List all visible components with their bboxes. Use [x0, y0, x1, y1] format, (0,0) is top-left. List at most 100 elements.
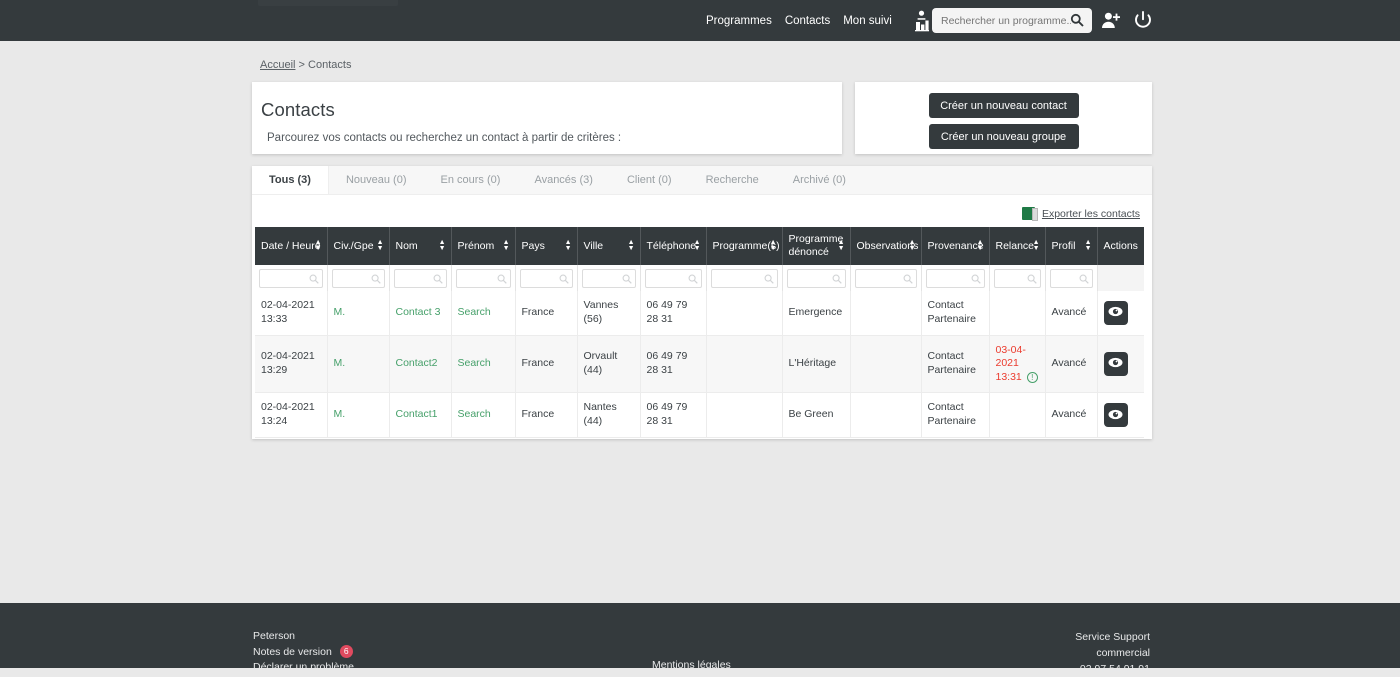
filter-cell-6[interactable]: [640, 265, 707, 292]
cell-link-civ[interactable]: M.: [334, 306, 346, 318]
cell-prenom[interactable]: Search: [451, 392, 516, 438]
tab-4[interactable]: Client (0): [610, 166, 689, 194]
sort-arrows-icon[interactable]: ▲ ▼: [377, 239, 384, 252]
cell-link-nom[interactable]: Contact1: [396, 408, 438, 420]
cell-link-prenom[interactable]: Search: [458, 306, 491, 318]
filter-box-3[interactable]: [455, 268, 511, 288]
column-header-6[interactable]: Téléphone ▲ ▼: [640, 227, 707, 266]
filter-box-0[interactable]: [259, 268, 323, 288]
brand-logo[interactable]: [258, 0, 398, 6]
cell-civ[interactable]: M.: [327, 335, 390, 394]
sort-arrows-icon[interactable]: ▲ ▼: [439, 239, 446, 252]
cell-nom[interactable]: Contact 3: [389, 291, 452, 336]
search-icon[interactable]: [832, 274, 842, 287]
power-icon[interactable]: [1134, 11, 1152, 34]
program-search-box[interactable]: [932, 8, 1092, 33]
footer-legal-link[interactable]: Mentions légales: [652, 659, 731, 671]
filter-cell-9[interactable]: [850, 265, 922, 292]
view-contact-button[interactable]: [1103, 351, 1128, 376]
breadcrumb-home[interactable]: Accueil: [260, 59, 295, 71]
sort-arrows-icon[interactable]: ▲ ▼: [909, 239, 916, 252]
cell-link-prenom[interactable]: Search: [458, 357, 491, 369]
search-icon[interactable]: [971, 274, 981, 287]
search-icon[interactable]: [497, 274, 507, 287]
sort-arrows-icon[interactable]: ▲ ▼: [977, 239, 984, 252]
filter-box-7[interactable]: [710, 268, 778, 288]
filter-box-5[interactable]: [581, 268, 636, 288]
filter-cell-12[interactable]: [1045, 265, 1098, 292]
cell-link-civ[interactable]: M.: [334, 357, 346, 369]
filter-box-8[interactable]: [786, 268, 846, 288]
sort-arrows-icon[interactable]: ▲ ▼: [694, 239, 701, 252]
filter-box-11[interactable]: [993, 268, 1041, 288]
search-icon[interactable]: [433, 274, 443, 287]
column-header-2[interactable]: Nom ▲ ▼: [389, 227, 452, 266]
search-icon[interactable]: [622, 274, 632, 287]
footer-release-notes[interactable]: Notes de version 6: [253, 645, 354, 661]
column-header-11[interactable]: Relance ▲ ▼: [989, 227, 1046, 266]
search-input[interactable]: [941, 14, 1071, 27]
view-contact-button[interactable]: [1103, 403, 1128, 428]
tab-3[interactable]: Avancés (3): [517, 166, 610, 194]
cell-civ[interactable]: M.: [327, 291, 390, 336]
column-header-4[interactable]: Pays ▲ ▼: [515, 227, 578, 266]
filter-cell-8[interactable]: [782, 265, 851, 292]
filter-cell-4[interactable]: [515, 265, 578, 292]
info-circle-icon[interactable]: !: [1026, 371, 1038, 383]
cell-link-nom[interactable]: Contact 3: [396, 306, 441, 318]
filter-box-6[interactable]: [644, 268, 702, 288]
sort-arrows-icon[interactable]: ▲ ▼: [503, 239, 510, 252]
sort-arrows-icon[interactable]: ▲ ▼: [565, 239, 572, 252]
sort-arrows-icon[interactable]: ▲ ▼: [628, 239, 635, 252]
filter-box-9[interactable]: [854, 268, 917, 288]
filter-cell-1[interactable]: [327, 265, 390, 292]
column-header-9[interactable]: Observations ▲ ▼: [850, 227, 922, 266]
cell-nom[interactable]: Contact2: [389, 335, 452, 394]
add-user-icon[interactable]: [1101, 11, 1121, 34]
filter-box-4[interactable]: [519, 268, 573, 288]
filter-box-2[interactable]: [393, 268, 447, 288]
sort-arrows-icon[interactable]: ▲ ▼: [1033, 239, 1040, 252]
filter-cell-5[interactable]: [577, 265, 641, 292]
search-icon[interactable]: [903, 274, 913, 287]
sort-arrows-icon[interactable]: ▲ ▼: [838, 239, 845, 252]
filter-box-1[interactable]: [331, 268, 385, 288]
column-header-0[interactable]: Date / Heure ▲ ▼: [255, 227, 328, 266]
filter-box-12[interactable]: [1049, 268, 1093, 288]
tab-1[interactable]: Nouveau (0): [329, 166, 424, 194]
search-icon[interactable]: [688, 274, 698, 287]
column-header-8[interactable]: Programme dénoncé ▲ ▼: [782, 227, 851, 266]
filter-box-10[interactable]: [925, 268, 985, 288]
export-contacts-link[interactable]: Exporter les contacts: [1021, 207, 1140, 221]
tab-5[interactable]: Recherche: [689, 166, 776, 194]
filter-cell-3[interactable]: [451, 265, 516, 292]
cell-prenom[interactable]: Search: [451, 335, 516, 394]
column-header-3[interactable]: Prénom ▲ ▼: [451, 227, 516, 266]
column-header-1[interactable]: Civ./Gpe ▲ ▼: [327, 227, 390, 266]
create-contact-button[interactable]: Créer un nouveau contact: [928, 93, 1079, 118]
search-icon[interactable]: [309, 274, 319, 287]
sort-arrows-icon[interactable]: ▲ ▼: [770, 239, 777, 252]
sort-arrows-icon[interactable]: ▲ ▼: [315, 239, 322, 252]
search-icon[interactable]: [1079, 274, 1089, 287]
search-icon[interactable]: [559, 274, 569, 287]
nav-item-mon-suivi[interactable]: Mon suivi: [843, 15, 892, 27]
column-header-7[interactable]: Programme(s) ▲ ▼: [706, 227, 783, 266]
column-header-5[interactable]: Ville ▲ ▼: [577, 227, 641, 266]
search-icon[interactable]: [1070, 13, 1084, 32]
filter-cell-11[interactable]: [989, 265, 1046, 292]
column-header-10[interactable]: Provenance ▲ ▼: [921, 227, 990, 266]
person-building-icon[interactable]: [912, 9, 932, 33]
cell-link-prenom[interactable]: Search: [458, 408, 491, 420]
search-icon[interactable]: [1027, 274, 1037, 287]
tab-2[interactable]: En cours (0): [424, 166, 518, 194]
cell-prenom[interactable]: Search: [451, 291, 516, 336]
nav-item-programmes[interactable]: Programmes: [706, 15, 772, 27]
cell-nom[interactable]: Contact1: [389, 392, 452, 438]
view-contact-button[interactable]: [1103, 300, 1128, 325]
column-header-12[interactable]: Profil ▲ ▼: [1045, 227, 1098, 266]
sort-arrows-icon[interactable]: ▲ ▼: [1085, 239, 1092, 252]
cell-link-nom[interactable]: Contact2: [396, 357, 438, 369]
cell-civ[interactable]: M.: [327, 392, 390, 438]
tab-0[interactable]: Tous (3): [252, 166, 329, 194]
